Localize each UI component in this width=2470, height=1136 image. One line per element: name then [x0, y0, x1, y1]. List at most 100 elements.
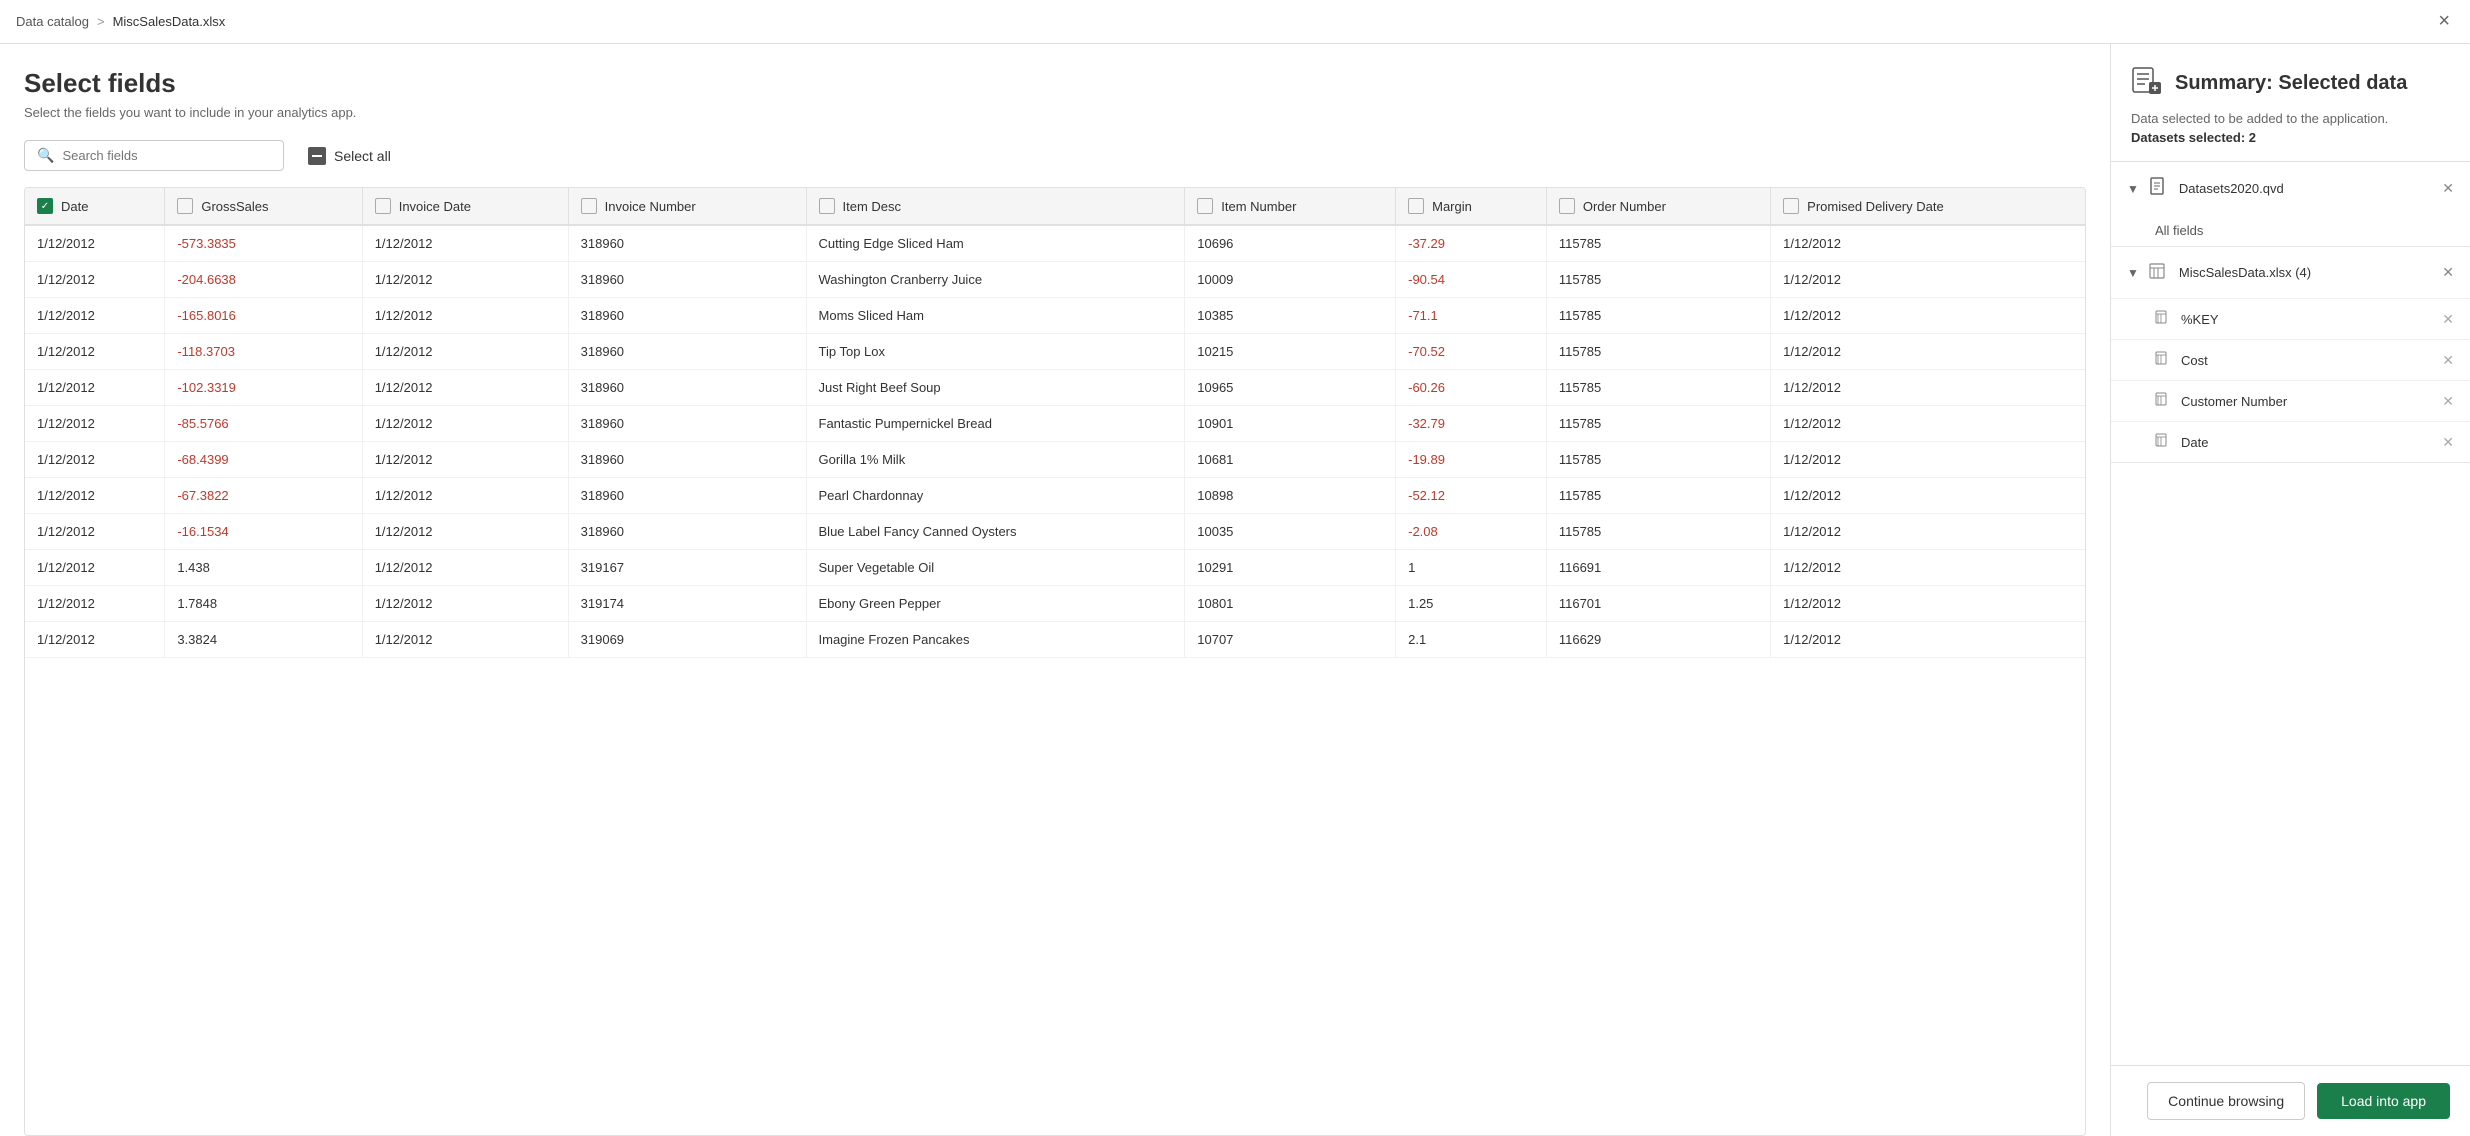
cell-date: 1/12/2012 — [25, 514, 165, 550]
table-body: 1/12/2012-573.38351/12/2012318960Cutting… — [25, 225, 2085, 658]
cell-margin: 1.25 — [1396, 586, 1547, 622]
table-header-row: Date GrossSales Invoic — [25, 188, 2085, 225]
cell-itemdesc: Tip Top Lox — [806, 334, 1185, 370]
field-remove-button[interactable]: ✕ — [2442, 434, 2454, 451]
cell-ordernumber: 115785 — [1546, 514, 1770, 550]
cell-itemnumber: 10965 — [1185, 370, 1396, 406]
toolbar: 🔍 Select all — [24, 140, 2086, 171]
field-name: Date — [2181, 435, 2208, 450]
cell-date: 1/12/2012 — [25, 370, 165, 406]
cell-promiseddeliverydate: 1/12/2012 — [1771, 550, 2085, 586]
summary-icon — [2131, 64, 2163, 103]
cell-itemnumber: 10696 — [1185, 225, 1396, 262]
cell-margin: -52.12 — [1396, 478, 1547, 514]
cell-date: 1/12/2012 — [25, 442, 165, 478]
cell-invoicedate: 1/12/2012 — [362, 586, 568, 622]
cell-itemdesc: Blue Label Fancy Canned Oysters — [806, 514, 1185, 550]
cell-invoicedate: 1/12/2012 — [362, 370, 568, 406]
cell-itemdesc: Gorilla 1% Milk — [806, 442, 1185, 478]
cell-promiseddeliverydate: 1/12/2012 — [1771, 586, 2085, 622]
dataset-close-2[interactable]: ✕ — [2442, 264, 2454, 281]
cell-promiseddeliverydate: 1/12/2012 — [1771, 622, 2085, 658]
cell-promiseddeliverydate: 1/12/2012 — [1771, 514, 2085, 550]
cell-ordernumber: 116701 — [1546, 586, 1770, 622]
col-checkbox-invoicenumber[interactable] — [581, 198, 597, 214]
summary-header: Summary: Selected data Data selected to … — [2111, 44, 2470, 162]
col-checkbox-itemdesc[interactable] — [819, 198, 835, 214]
select-all-button[interactable]: Select all — [300, 141, 399, 171]
dataset-header-2[interactable]: ▼ MiscSalesData.xlsx (4) ✕ — [2111, 247, 2470, 298]
field-row: Date ✕ — [2111, 421, 2470, 462]
cell-invoicenumber: 318960 — [568, 442, 806, 478]
col-header-promiseddeliverydate[interactable]: Promised Delivery Date — [1771, 188, 2085, 225]
table-row: 1/12/2012-102.33191/12/2012318960Just Ri… — [25, 370, 2085, 406]
cell-margin: -37.29 — [1396, 225, 1547, 262]
cell-promiseddeliverydate: 1/12/2012 — [1771, 442, 2085, 478]
select-all-icon-inner — [312, 155, 322, 157]
col-header-itemnumber[interactable]: Item Number — [1185, 188, 1396, 225]
field-remove-button[interactable]: ✕ — [2442, 311, 2454, 328]
cell-grosssales: 1.438 — [165, 550, 362, 586]
page-title: Select fields — [24, 68, 2086, 99]
col-checkbox-itemnumber[interactable] — [1197, 198, 1213, 214]
cell-grosssales: -573.3835 — [165, 225, 362, 262]
field-row: Cost ✕ — [2111, 339, 2470, 380]
cell-date: 1/12/2012 — [25, 262, 165, 298]
col-header-grosssales[interactable]: GrossSales — [165, 188, 362, 225]
col-checkbox-promiseddeliverydate[interactable] — [1783, 198, 1799, 214]
load-into-app-button[interactable]: Load into app — [2317, 1083, 2450, 1119]
cell-invoicenumber: 318960 — [568, 334, 806, 370]
search-box[interactable]: 🔍 — [24, 140, 284, 171]
cell-margin: -60.26 — [1396, 370, 1547, 406]
field-remove-button[interactable]: ✕ — [2442, 393, 2454, 410]
cell-date: 1/12/2012 — [25, 586, 165, 622]
cell-invoicenumber: 318960 — [568, 262, 806, 298]
cell-date: 1/12/2012 — [25, 622, 165, 658]
cell-ordernumber: 115785 — [1546, 225, 1770, 262]
table-row: 1/12/2012-165.80161/12/2012318960Moms Sl… — [25, 298, 2085, 334]
col-header-invoicenumber[interactable]: Invoice Number — [568, 188, 806, 225]
col-checkbox-margin[interactable] — [1408, 198, 1424, 214]
top-bar: Data catalog > MiscSalesData.xlsx × — [0, 0, 2470, 44]
cell-invoicedate: 1/12/2012 — [362, 478, 568, 514]
dataset-section-2: ▼ MiscSalesData.xlsx (4) ✕ — [2111, 247, 2470, 463]
dataset-header-1[interactable]: ▼ Datasets2020.qvd ✕ — [2111, 162, 2470, 215]
breadcrumb-catalog[interactable]: Data catalog — [16, 14, 89, 29]
col-checkbox-date[interactable] — [37, 198, 53, 214]
cell-itemnumber: 10707 — [1185, 622, 1396, 658]
cell-itemdesc: Moms Sliced Ham — [806, 298, 1185, 334]
search-input[interactable] — [62, 148, 271, 163]
col-header-margin[interactable]: Margin — [1396, 188, 1547, 225]
summary-body: ▼ Datasets2020.qvd ✕ — [2111, 162, 2470, 1065]
cell-promiseddeliverydate: 1/12/2012 — [1771, 298, 2085, 334]
cell-invoicedate: 1/12/2012 — [362, 262, 568, 298]
breadcrumb-file: MiscSalesData.xlsx — [113, 14, 226, 29]
cell-margin: -32.79 — [1396, 406, 1547, 442]
field-remove-button[interactable]: ✕ — [2442, 352, 2454, 369]
field-row: Customer Number ✕ — [2111, 380, 2470, 421]
col-checkbox-grosssales[interactable] — [177, 198, 193, 214]
cell-margin: -19.89 — [1396, 442, 1547, 478]
col-checkbox-invoicedate[interactable] — [375, 198, 391, 214]
col-checkbox-ordernumber[interactable] — [1559, 198, 1575, 214]
cell-date: 1/12/2012 — [25, 225, 165, 262]
col-header-itemdesc[interactable]: Item Desc — [806, 188, 1185, 225]
cell-invoicenumber: 318960 — [568, 406, 806, 442]
data-table-container[interactable]: Date GrossSales Invoic — [24, 187, 2086, 1136]
field-icon — [2155, 432, 2171, 452]
col-header-ordernumber[interactable]: Order Number — [1546, 188, 1770, 225]
cell-margin: 1 — [1396, 550, 1547, 586]
dataset-close-1[interactable]: ✕ — [2442, 180, 2454, 197]
cell-ordernumber: 116691 — [1546, 550, 1770, 586]
cell-invoicenumber: 319069 — [568, 622, 806, 658]
close-button[interactable]: × — [2434, 6, 2454, 37]
table-row: 1/12/2012-68.43991/12/2012318960Gorilla … — [25, 442, 2085, 478]
cell-invoicedate: 1/12/2012 — [362, 622, 568, 658]
col-header-invoicedate[interactable]: Invoice Date — [362, 188, 568, 225]
cell-ordernumber: 115785 — [1546, 334, 1770, 370]
cell-margin: 2.1 — [1396, 622, 1547, 658]
cell-invoicenumber: 318960 — [568, 225, 806, 262]
dataset-name-2: MiscSalesData.xlsx (4) — [2179, 265, 2311, 280]
col-header-date[interactable]: Date — [25, 188, 165, 225]
continue-browsing-button[interactable]: Continue browsing — [2147, 1082, 2305, 1120]
